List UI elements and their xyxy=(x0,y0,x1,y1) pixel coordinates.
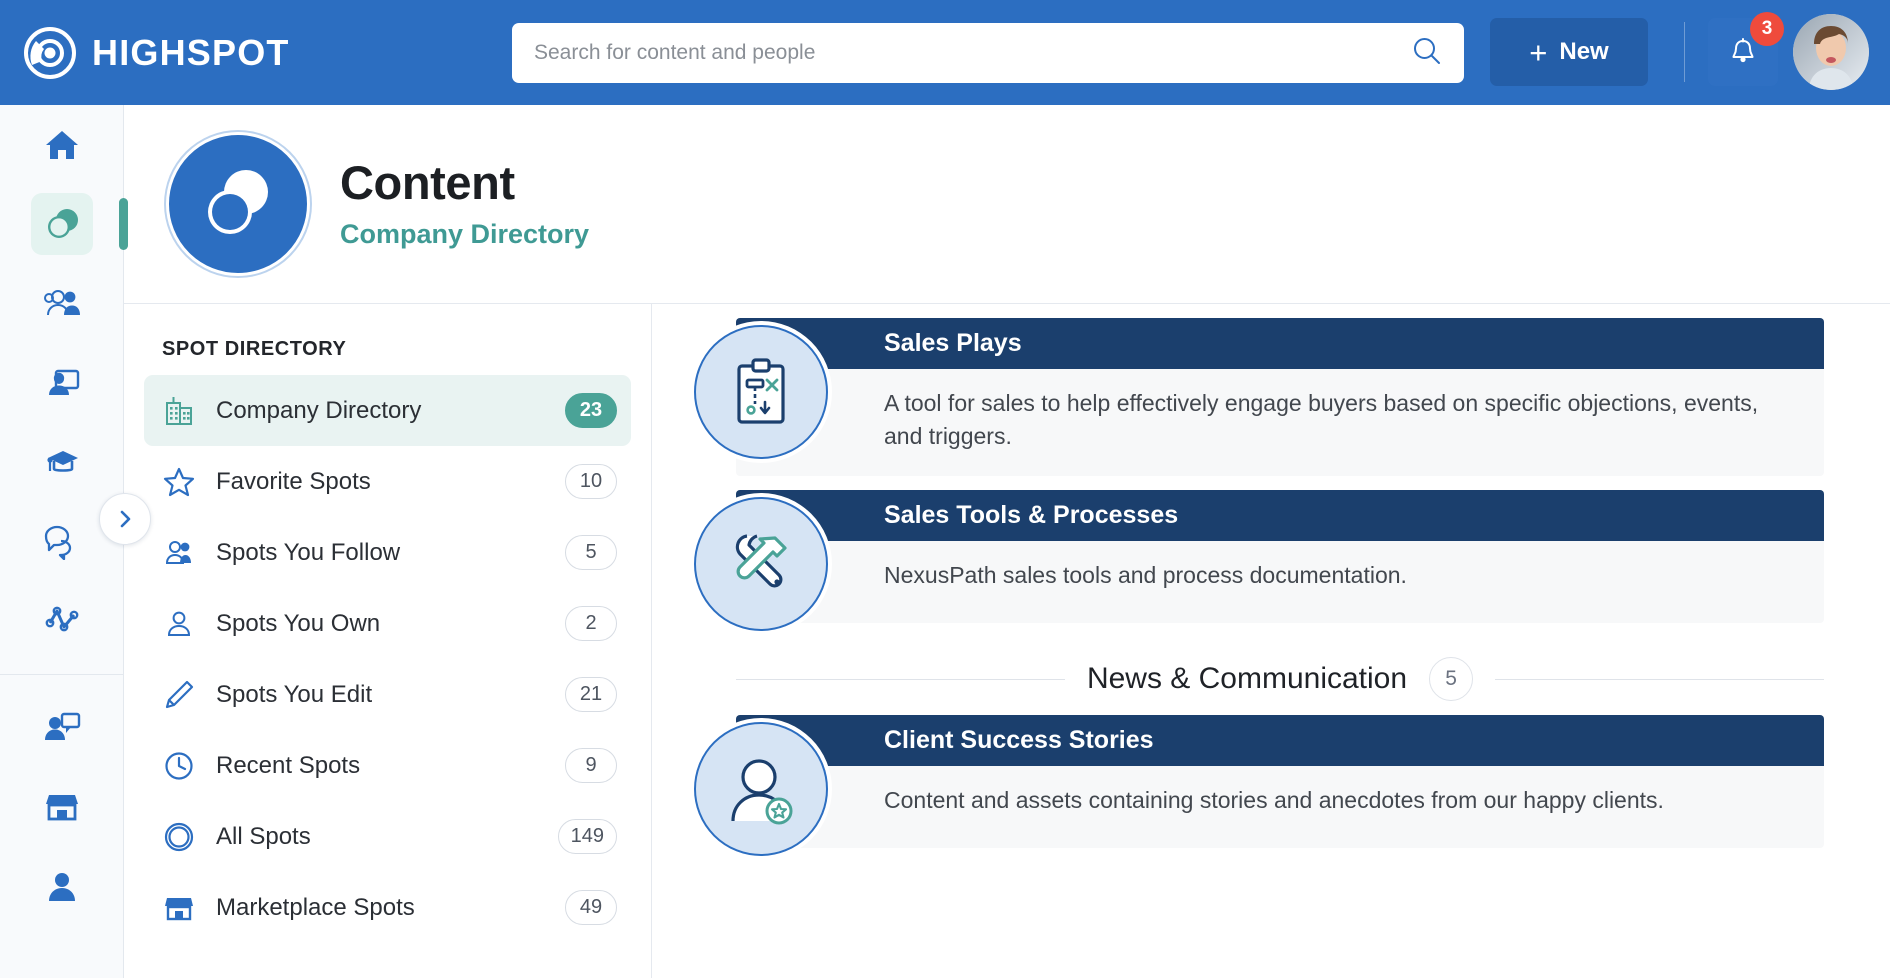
graduation-cap-icon xyxy=(47,450,78,472)
avatar[interactable] xyxy=(1793,14,1869,90)
storefront-icon xyxy=(46,794,78,820)
expand-sidebar-button[interactable] xyxy=(99,493,151,545)
card-body: A tool for sales to help effectively eng… xyxy=(736,369,1824,476)
spot-directory-panel: SPOT DIRECTORY Company Directory 23 Favo… xyxy=(124,303,652,978)
wrench-hammer-icon xyxy=(694,497,828,632)
sidebar-item-home[interactable] xyxy=(0,105,124,184)
group-title: News & Communication xyxy=(1086,662,1408,696)
spot-item-label: Spots You Edit xyxy=(216,680,373,708)
divider-rule-right xyxy=(1495,678,1824,680)
card-body: Content and assets containing stories an… xyxy=(736,766,1824,848)
chat-bubbles-icon xyxy=(44,525,72,560)
sidebar-item-analytics[interactable] xyxy=(0,579,124,658)
spot-item-label: Spots You Follow xyxy=(216,538,401,566)
spot-item-label: Favorite Spots xyxy=(216,467,371,495)
circle-ring-icon xyxy=(162,820,206,854)
card-header: Client Success Stories xyxy=(736,715,1824,767)
spot-item-label: Spots You Own xyxy=(216,609,381,637)
new-button-label: New xyxy=(1559,38,1609,65)
chevron-right-icon xyxy=(120,510,131,528)
top-header-bar: HIGHSPOT + New 3 xyxy=(0,0,1890,105)
card-description: NexusPath sales tools and process docume… xyxy=(884,562,1407,589)
group-count: 5 xyxy=(1429,657,1474,702)
spot-item-label: All Spots xyxy=(216,822,311,850)
page-subtitle[interactable]: Company Directory xyxy=(340,219,589,250)
card-description: A tool for sales to help effectively eng… xyxy=(884,390,1759,449)
person-icon xyxy=(162,607,206,641)
spot-item-count: 21 xyxy=(565,677,617,712)
storefront-icon xyxy=(162,891,206,925)
card-description: Content and assets containing stories an… xyxy=(884,787,1664,814)
card-title: Sales Plays xyxy=(884,329,1022,357)
card-title: Sales Tools & Processes xyxy=(884,501,1179,530)
new-button[interactable]: + New xyxy=(1490,18,1648,86)
spot-item-label: Company Directory xyxy=(216,396,422,424)
plus-icon: + xyxy=(1529,34,1548,70)
spot-badge-icon xyxy=(166,132,310,276)
spot-item-count: 49 xyxy=(565,890,617,925)
spot-item-marketplace-spots[interactable]: Marketplace Spots 49 xyxy=(144,872,631,943)
card-header: Sales Plays xyxy=(736,318,1824,369)
brand-logo[interactable]: HIGHSPOT xyxy=(22,25,290,81)
two-people-icon xyxy=(162,536,206,570)
spot-item-count: 149 xyxy=(557,819,617,854)
spot-item-count: 23 xyxy=(565,393,617,428)
analytics-line-icon xyxy=(45,606,79,631)
spot-item-all-spots[interactable]: All Spots 149 xyxy=(144,801,631,872)
sidebar-item-profile[interactable] xyxy=(0,845,124,924)
spot-circles-icon xyxy=(208,170,268,234)
sidebar-item-coaching[interactable] xyxy=(0,687,124,766)
spot-item-count: 2 xyxy=(565,606,617,641)
spot-item-label: Recent Spots xyxy=(216,751,361,779)
card-header: Sales Tools & Processes xyxy=(736,490,1824,542)
divider-rule-left xyxy=(736,678,1065,680)
notification-count-badge: 3 xyxy=(1750,12,1784,46)
search-icon[interactable] xyxy=(1410,34,1444,73)
sidebar-item-people[interactable] xyxy=(0,263,124,342)
presentation-person-icon xyxy=(49,369,80,395)
spot-directory-label: SPOT DIRECTORY xyxy=(162,338,347,360)
page-header: Content Company Directory xyxy=(124,105,1890,303)
spot-item-count: 10 xyxy=(565,464,617,499)
card-title: Client Success Stories xyxy=(884,726,1154,755)
building-icon xyxy=(162,394,206,428)
person-icon xyxy=(49,872,75,901)
pencil-icon xyxy=(162,678,206,712)
search-bar[interactable] xyxy=(512,23,1464,83)
spot-item-count: 5 xyxy=(565,535,617,570)
spot-item-company-directory[interactable]: Company Directory 23 xyxy=(144,375,631,446)
rail-divider xyxy=(0,674,124,675)
page-title: Content xyxy=(340,156,515,210)
header-divider xyxy=(1684,22,1685,82)
sidebar-item-content[interactable] xyxy=(0,184,128,263)
clipboard-strategy-icon xyxy=(694,325,828,459)
content-spots-icon xyxy=(48,208,78,238)
spot-card-sales-tools-processes[interactable]: Sales Tools & Processes NexusPath sales … xyxy=(694,490,1824,632)
person-speech-bubble-icon xyxy=(45,712,81,740)
people-group-icon xyxy=(44,289,80,315)
spot-card-sales-plays[interactable]: Sales Plays A tool for sales to help eff… xyxy=(694,318,1824,477)
spot-item-favorite-spots[interactable]: Favorite Spots 10 xyxy=(144,446,631,517)
clock-icon xyxy=(162,749,206,783)
spot-item-count: 9 xyxy=(565,748,617,783)
spot-item-recent-spots[interactable]: Recent Spots 9 xyxy=(144,730,631,801)
star-outline-icon xyxy=(162,465,206,499)
brand-name: HIGHSPOT xyxy=(92,31,290,73)
spot-item-label: Marketplace Spots xyxy=(216,893,415,921)
card-body: NexusPath sales tools and process docume… xyxy=(736,541,1824,623)
sidebar-item-training[interactable] xyxy=(0,421,124,500)
spot-item-spots-you-own[interactable]: Spots You Own 2 xyxy=(144,588,631,659)
spot-item-spots-you-follow[interactable]: Spots You Follow 5 xyxy=(144,517,631,588)
search-input[interactable] xyxy=(512,23,1410,83)
person-star-icon xyxy=(694,722,828,857)
home-icon xyxy=(46,130,78,159)
spot-card-client-success-stories[interactable]: Client Success Stories Content and asset… xyxy=(694,715,1824,857)
highspot-logo-icon xyxy=(22,25,78,81)
sidebar-item-marketplace[interactable] xyxy=(0,766,124,845)
primary-navigation-rail xyxy=(0,105,128,978)
sidebar-item-pitch[interactable] xyxy=(0,342,124,421)
spot-item-spots-you-edit[interactable]: Spots You Edit 21 xyxy=(144,659,631,730)
group-divider-news-communication: News & Communication 5 xyxy=(736,657,1824,702)
spot-cards-area: Sales Plays A tool for sales to help eff… xyxy=(652,303,1890,978)
